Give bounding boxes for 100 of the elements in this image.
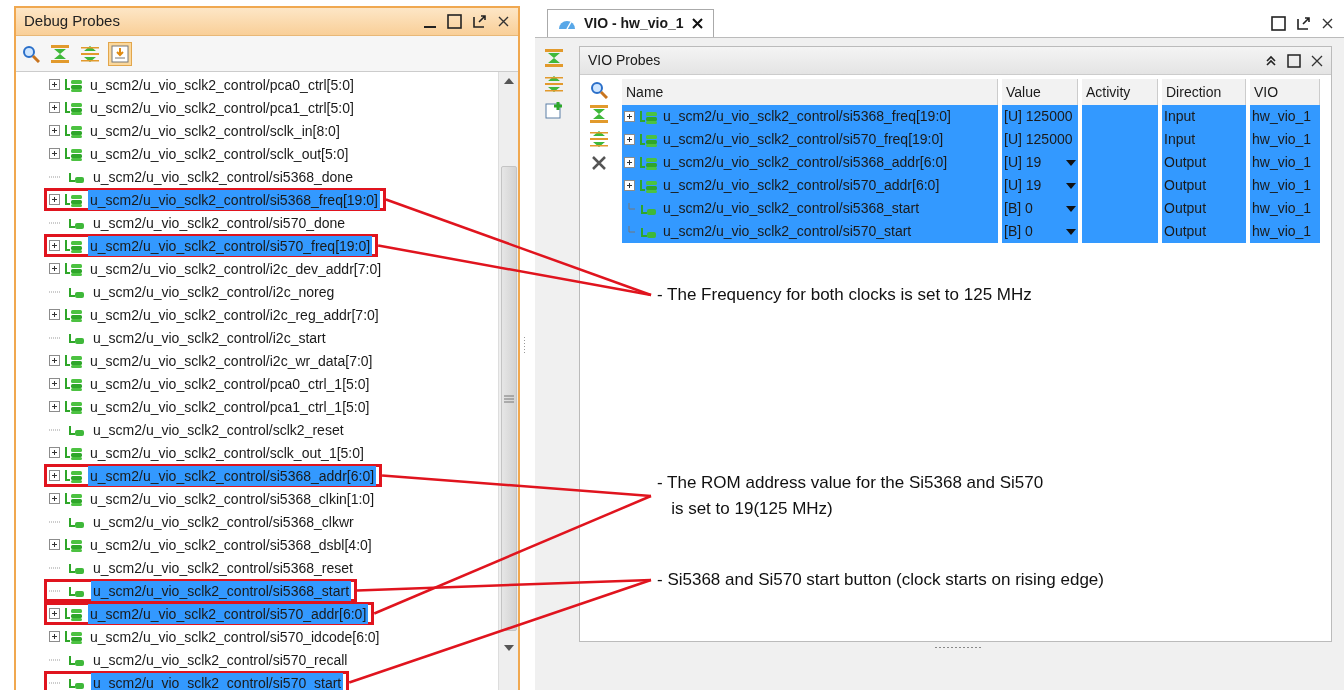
probe-name[interactable]: u_scm2/u_vio_sclk2_control/si5368_freq[19:0] [88, 189, 380, 210]
expand-toggle-icon[interactable] [624, 157, 635, 168]
probe-name[interactable]: u_scm2/u_vio_sclk2_control/si570_recall [91, 649, 350, 670]
probe-name[interactable]: u_scm2/u_vio_sclk2_control/i2c_dev_addr[7:0] [88, 258, 384, 279]
probe-name[interactable]: u_scm2/u_vio_sclk2_control/si570_idcode[6:0] [88, 626, 382, 647]
expand-toggle-icon[interactable] [49, 447, 60, 458]
close-icon[interactable] [497, 15, 510, 28]
table-cell: Output [1162, 197, 1246, 220]
probe-name[interactable]: u_scm2/u_vio_sclk2_control/si570_freq[19:0] [88, 235, 373, 256]
splitter-grip-icon[interactable] [934, 646, 983, 649]
float-window-icon[interactable] [1296, 16, 1311, 31]
column-header[interactable]: VIO [1250, 79, 1320, 105]
table-cell[interactable]: u_scm2/u_vio_sclk2_control/si5368_start [622, 197, 998, 220]
probe-name[interactable]: u_scm2/u_vio_sclk2_control/sclk_out[5:0] [88, 143, 351, 164]
expand-toggle-icon[interactable] [624, 134, 635, 145]
expand-toggle-icon[interactable] [49, 263, 60, 274]
expand-toggle-icon[interactable] [49, 470, 60, 481]
probe-name: u_scm2/u_vio_sclk2_control/si570_addr[6:0] [663, 176, 940, 195]
maximize-icon[interactable] [447, 14, 462, 29]
collapse-all-icon[interactable] [589, 104, 609, 124]
expand-toggle-icon[interactable] [49, 378, 60, 389]
table-cell: Output [1162, 174, 1246, 197]
table-cell[interactable]: u_scm2/u_vio_sclk2_control/si5368_freq[19:0] [622, 105, 998, 128]
probe-name[interactable]: u_scm2/u_vio_sclk2_control/pca1_ctrl_1[5:0] [88, 396, 372, 417]
expand-toggle-icon[interactable] [624, 180, 635, 191]
probe-name[interactable]: u_scm2/u_vio_sclk2_control/sclk2_reset [91, 419, 346, 440]
column-header[interactable]: Value [1002, 79, 1078, 105]
close-icon[interactable] [1311, 54, 1323, 67]
float-window-icon[interactable] [472, 14, 487, 29]
probe-name[interactable]: u_scm2/u_vio_sclk2_control/si5368_done [91, 166, 355, 187]
bus-signal-icon [64, 628, 84, 645]
probe-name[interactable]: u_scm2/u_vio_sclk2_control/si570_start [91, 672, 344, 690]
probe-name[interactable]: u_scm2/u_vio_sclk2_control/si5368_clkin[1:0] [88, 488, 377, 509]
dropdown-caret-icon[interactable] [1066, 182, 1076, 189]
table-cell: hw_vio_1 [1250, 105, 1320, 128]
splitter-grip-icon[interactable] [523, 337, 526, 353]
probe-name[interactable]: u_scm2/u_vio_sclk2_control/si5368_addr[6:0] [88, 465, 377, 486]
dropdown-caret-icon[interactable] [1066, 205, 1076, 212]
active-tab[interactable]: VIO - hw_vio_1 [547, 9, 714, 37]
probe-name[interactable]: u_scm2/u_vio_sclk2_control/i2c_start [91, 327, 328, 348]
table-cell: hw_vio_1 [1250, 197, 1320, 220]
bus-signal-icon [639, 108, 659, 125]
delete-icon[interactable] [590, 154, 608, 172]
dropdown-caret-icon[interactable] [1066, 228, 1076, 235]
bus-signal-icon [64, 260, 84, 277]
column-header[interactable]: Activity [1082, 79, 1158, 105]
expand-all-icon[interactable] [589, 129, 609, 149]
expand-toggle-icon[interactable] [49, 631, 60, 642]
dropdown-caret-icon[interactable] [1066, 159, 1076, 166]
expand-toggle-icon[interactable] [49, 309, 60, 320]
table-cell: Output [1162, 220, 1246, 243]
probe-name[interactable]: u_scm2/u_vio_sclk2_control/si5368_start [91, 580, 352, 601]
probe-name[interactable]: u_scm2/u_vio_sclk2_control/si570_done [91, 212, 348, 233]
table-cell[interactable]: u_scm2/u_vio_sclk2_control/si570_start [622, 220, 998, 243]
scrollbar[interactable] [498, 72, 518, 690]
table-cell[interactable]: u_scm2/u_vio_sclk2_control/si570_addr[6:0] [622, 174, 998, 197]
table-cell: hw_vio_1 [1250, 220, 1320, 243]
maximize-icon[interactable] [1271, 16, 1286, 31]
add-icon[interactable] [544, 100, 564, 120]
probe-name[interactable]: u_scm2/u_vio_sclk2_control/si5368_dsbl[4:0] [88, 534, 374, 555]
grip-icon [503, 394, 514, 403]
column-header[interactable]: Name [622, 79, 998, 105]
probe-name[interactable]: u_scm2/u_vio_sclk2_control/pca0_ctrl[5:0] [88, 74, 356, 95]
probe-name: u_scm2/u_vio_sclk2_control/si5368_freq[19:0] [663, 107, 951, 126]
expand-toggle-icon[interactable] [49, 79, 60, 90]
probe-name[interactable]: u_scm2/u_vio_sclk2_control/sclk_in[8:0] [88, 120, 342, 141]
expand-toggle-icon[interactable] [49, 493, 60, 504]
scroll-down-icon[interactable] [503, 645, 514, 651]
expand-toggle-icon[interactable] [49, 194, 60, 205]
expand-toggle-icon[interactable] [624, 111, 635, 122]
close-icon[interactable] [691, 18, 703, 29]
probe-name[interactable]: u_scm2/u_vio_sclk2_control/pca1_ctrl[5:0] [88, 97, 356, 118]
probe-name[interactable]: u_scm2/u_vio_sclk2_control/si5368_clkwr [91, 511, 356, 532]
table-cell[interactable]: u_scm2/u_vio_sclk2_control/si5368_addr[6:0] [622, 151, 998, 174]
expand-toggle-icon[interactable] [49, 102, 60, 113]
expand-toggle-icon[interactable] [49, 539, 60, 550]
search-icon[interactable] [590, 81, 608, 99]
probe-name[interactable]: u_scm2/u_vio_sclk2_control/si570_addr[6:0] [88, 603, 369, 624]
expand-toggle-icon[interactable] [49, 148, 60, 159]
collapse-panel-icon[interactable] [1265, 54, 1277, 67]
probe-name[interactable]: u_scm2/u_vio_sclk2_control/i2c_reg_addr[7:0] [88, 304, 381, 325]
column-header[interactable]: Direction [1162, 79, 1246, 105]
probe-name[interactable]: u_scm2/u_vio_sclk2_control/sclk_out_1[5:0] [88, 442, 366, 463]
bus-signal-icon [64, 191, 84, 208]
expand-toggle-icon[interactable] [49, 608, 60, 619]
maximize-icon[interactable] [1287, 53, 1301, 68]
close-icon[interactable] [1321, 17, 1334, 30]
probe-name[interactable]: u_scm2/u_vio_sclk2_control/si5368_reset [91, 557, 355, 578]
probe-name[interactable]: u_scm2/u_vio_sclk2_control/i2c_wr_data[7:0] [88, 350, 375, 371]
expand-toggle-icon[interactable] [49, 401, 60, 412]
table-cell[interactable]: u_scm2/u_vio_sclk2_control/si570_freq[19:0] [622, 128, 998, 151]
probe-name[interactable]: u_scm2/u_vio_sclk2_control/pca0_ctrl_1[5:0] [88, 373, 372, 394]
bus-signal-icon [64, 99, 84, 116]
scroll-to-button[interactable] [108, 41, 132, 66]
scroll-up-icon[interactable] [503, 78, 514, 84]
expand-toggle-icon[interactable] [49, 125, 60, 136]
probe-name: u_scm2/u_vio_sclk2_control/si5368_addr[6:0] [663, 153, 948, 172]
expand-toggle-icon[interactable] [49, 240, 60, 251]
expand-toggle-icon[interactable] [49, 355, 60, 366]
probe-name[interactable]: u_scm2/u_vio_sclk2_control/i2c_noreg [91, 281, 337, 302]
